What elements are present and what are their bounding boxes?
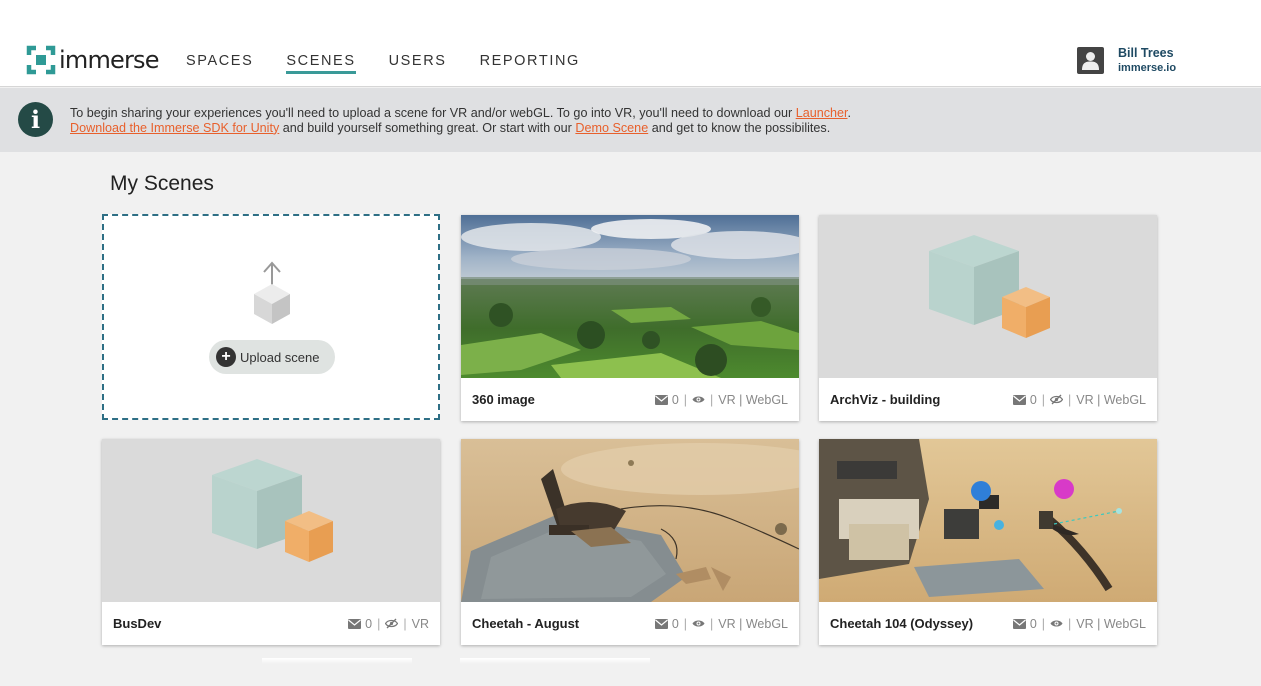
separator: | <box>710 616 714 631</box>
scene-name[interactable]: BusDev <box>113 616 161 631</box>
upload-scene-label: Upload scene <box>240 349 320 365</box>
upload-scene-button[interactable]: + Upload scene <box>209 340 335 374</box>
upload-box-icon <box>254 261 290 324</box>
scene-meta: 0 | | VR <box>348 617 429 631</box>
sdk-download-link[interactable]: Download the Immerse SDK for Unity <box>70 121 279 135</box>
scene-thumbnail-desert[interactable] <box>461 439 799 602</box>
scene-platforms: VR | WebGL <box>718 616 788 631</box>
separator: | <box>683 616 688 631</box>
nav-spaces[interactable]: SPACES <box>186 52 253 74</box>
nav-scenes[interactable]: SCENES <box>286 52 356 74</box>
separator: | <box>1068 392 1072 407</box>
separator: | <box>403 616 407 631</box>
separator: | <box>1068 616 1072 631</box>
separator: | <box>683 392 688 407</box>
nav-reporting[interactable]: REPORTING <box>480 52 580 74</box>
upload-scene-card[interactable]: + Upload scene <box>102 214 440 420</box>
banner-text-1: To begin sharing your experiences you'll… <box>70 106 796 120</box>
user-org: immerse.io <box>1118 62 1177 74</box>
envelope-icon <box>1012 618 1026 629</box>
scene-thumbnail-placeholder[interactable] <box>819 215 1157 378</box>
scene-meta: 0 | | VR | WebGL <box>1012 616 1146 631</box>
info-icon: i <box>18 102 53 137</box>
launcher-link[interactable]: Launcher <box>796 106 848 120</box>
desert-scene-image <box>461 439 799 602</box>
eye-slash-icon[interactable] <box>1050 394 1064 405</box>
eye-icon[interactable] <box>1050 619 1063 628</box>
eye-icon[interactable] <box>692 395 705 404</box>
logo[interactable]: immerse <box>26 44 160 76</box>
scene-card-footer: BusDev 0 | | VR <box>102 602 440 645</box>
desert-equipment-image <box>819 439 1157 602</box>
scene-card-footer: Cheetah - August 0 | | VR | WebGL <box>461 602 799 645</box>
scene-meta: 0 | | VR | WebGL <box>654 392 788 407</box>
scene-count: 0 <box>671 616 679 631</box>
demo-scene-link[interactable]: Demo Scene <box>575 121 648 135</box>
scene-platforms: VR | WebGL <box>1076 616 1146 631</box>
scene-card-cheetah-104[interactable]: Cheetah 104 (Odyssey) 0 | | VR | WebGL <box>819 439 1157 645</box>
scene-count: 0 <box>671 392 679 407</box>
logo-text: immerse <box>59 46 160 74</box>
scene-platforms: VR <box>411 616 429 631</box>
scene-count: 0 <box>1029 392 1037 407</box>
banner-text-2: . <box>847 106 852 120</box>
scene-count: 0 <box>365 616 373 631</box>
banner-message: To begin sharing your experiences you'll… <box>70 106 1220 135</box>
page-title: My Scenes <box>110 172 214 195</box>
scene-name[interactable]: Cheetah 104 (Odyssey) <box>830 616 973 631</box>
landscape-image <box>461 215 799 378</box>
user-icon <box>1082 52 1099 70</box>
scene-card-archviz[interactable]: ArchViz - building 0 | | VR | WebGL <box>819 215 1157 421</box>
separator: | <box>710 392 714 407</box>
eye-slash-icon[interactable] <box>385 618 399 629</box>
envelope-icon <box>348 618 362 629</box>
envelope-icon <box>654 618 668 629</box>
scene-name[interactable]: ArchViz - building <box>830 392 940 407</box>
eye-icon[interactable] <box>692 619 705 628</box>
next-row-shadow <box>460 658 650 664</box>
scene-thumbnail-placeholder[interactable] <box>102 439 440 602</box>
separator: | <box>1041 392 1046 407</box>
scene-card-footer: ArchViz - building 0 | | VR | WebGL <box>819 378 1157 421</box>
scene-name[interactable]: 360 image <box>472 392 535 407</box>
plus-icon: + <box>216 347 236 367</box>
cubes-placeholder-icon <box>929 235 1050 338</box>
scene-thumbnail-landscape[interactable] <box>461 215 799 378</box>
scene-thumbnail-desert-equipment[interactable] <box>819 439 1157 602</box>
banner-text-4: and get to know the possibilites. <box>648 120 831 135</box>
scene-card-footer: Cheetah 104 (Odyssey) 0 | | VR | WebGL <box>819 602 1157 645</box>
envelope-icon <box>1012 394 1026 405</box>
immerse-logo-icon <box>26 45 56 75</box>
separator: | <box>1041 616 1046 631</box>
separator: | <box>377 616 381 631</box>
user-menu[interactable]: Bill Trees immerse.io <box>1077 46 1176 75</box>
scene-card-cheetah-august[interactable]: Cheetah - August 0 | | VR | WebGL <box>461 439 799 645</box>
scene-platforms: VR | WebGL <box>1076 392 1146 407</box>
scene-meta: 0 | | VR | WebGL <box>1012 392 1146 407</box>
banner-text-3: and build yourself something great. Or s… <box>279 120 576 135</box>
avatar[interactable] <box>1077 47 1104 74</box>
scene-card-360-image[interactable]: 360 image 0 | | VR | WebGL <box>461 215 799 421</box>
user-name[interactable]: Bill Trees <box>1118 46 1176 61</box>
top-header: immerse SPACES SCENES USERS REPORTING Bi… <box>0 0 1261 87</box>
main-nav: SPACES SCENES USERS REPORTING <box>186 52 613 74</box>
cubes-placeholder-icon <box>212 459 333 562</box>
scene-count: 0 <box>1029 616 1037 631</box>
scene-name[interactable]: Cheetah - August <box>472 616 579 631</box>
nav-users[interactable]: USERS <box>389 52 447 74</box>
scene-platforms: VR | WebGL <box>718 392 788 407</box>
scene-meta: 0 | | VR | WebGL <box>654 616 788 631</box>
scene-card-footer: 360 image 0 | | VR | WebGL <box>461 378 799 421</box>
envelope-icon <box>654 394 668 405</box>
scene-card-busdev[interactable]: BusDev 0 | | VR <box>102 439 440 645</box>
next-row-shadow <box>262 658 412 664</box>
